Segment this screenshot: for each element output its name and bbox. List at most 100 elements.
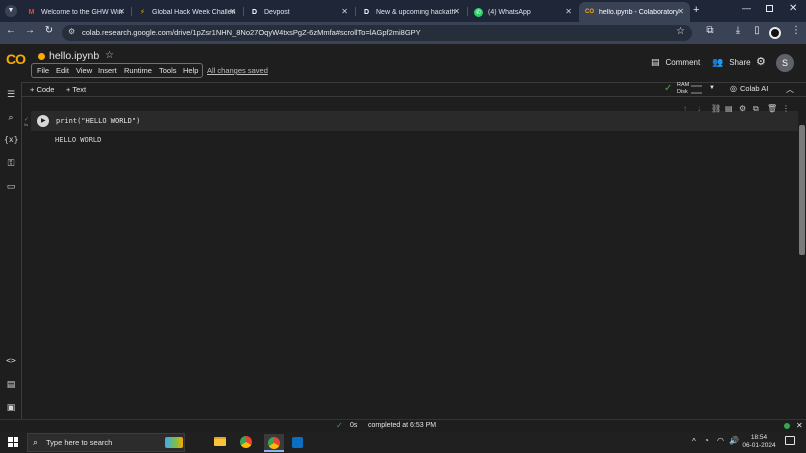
window-close-icon[interactable]: ✕ (789, 3, 797, 14)
move-down-icon[interactable]: ↓ (697, 104, 701, 113)
menu-tools[interactable]: Tools (159, 66, 177, 75)
collapse-header-icon[interactable]: ︿ (786, 84, 794, 95)
add-text-button[interactable]: + Text (66, 85, 86, 94)
colab-ai-label: Colab AI (739, 84, 769, 93)
add-code-button[interactable]: + Code (30, 85, 54, 94)
colab-ai-icon: ◎ (730, 84, 737, 93)
close-tab-icon[interactable]: ✕ (118, 7, 125, 16)
system-tray-chevron-icon[interactable]: ^ (692, 437, 696, 446)
extensions-icon[interactable]: ⧉ (703, 25, 717, 36)
bookmark-star-icon[interactable]: ☆ (676, 26, 685, 37)
variables-icon[interactable]: {x} (4, 135, 18, 147)
new-tab-icon[interactable]: + (693, 4, 699, 16)
menu-edit[interactable]: Edit (56, 66, 69, 75)
address-bar[interactable]: ⚙ colab.research.google.com/drive/1pZsr1… (62, 25, 692, 41)
secrets-key-icon[interactable]: ⚿ (4, 158, 18, 170)
menu-file[interactable]: File (37, 66, 49, 75)
move-up-icon[interactable]: ↑ (683, 104, 687, 113)
clock[interactable]: 18:54 06-01-2024 (740, 434, 778, 450)
close-tab-icon[interactable]: ✕ (229, 7, 236, 16)
menu-runtime[interactable]: Runtime (124, 66, 152, 75)
back-icon[interactable]: ← (4, 25, 18, 36)
disk-label: Disk (677, 89, 688, 95)
menu-view[interactable]: View (76, 66, 92, 75)
colab-ai-button[interactable]: ◎ Colab AI (730, 84, 768, 93)
mirror-cell-icon[interactable]: ⧉ (753, 104, 759, 114)
colab-logo[interactable]: CO (6, 51, 26, 67)
search-icon[interactable]: ⌕ (4, 112, 18, 124)
devpost-icon: D (251, 8, 258, 16)
close-tab-icon[interactable]: ✕ (453, 7, 460, 16)
volume-icon[interactable]: 🔊 (729, 436, 739, 445)
tab-colab-active[interactable]: CO hello.ipynb - Colaboratory ✕ (579, 2, 690, 22)
tab-title: New & upcoming hackath (376, 8, 456, 16)
win-pane (8, 437, 13, 442)
reload-icon[interactable]: ↻ (42, 25, 56, 36)
wifi-icon[interactable]: ◠ (717, 436, 724, 445)
runtime-dropdown-icon[interactable]: ▼ (709, 85, 715, 91)
tab-whatsapp[interactable]: ✆ (4) WhatsApp ✕ (468, 2, 578, 22)
cell-exec-marker: ✓ 0s (24, 117, 30, 128)
close-tab-icon[interactable]: ✕ (565, 7, 572, 16)
notifications-icon[interactable] (785, 436, 795, 445)
tab-global-hack-week[interactable]: ⚡ Global Hack Week Challen ✕ (132, 2, 242, 22)
browser-tab-strip: ▼ M Welcome to the GHW Win ✕ ⚡ Global Ha… (0, 0, 806, 22)
link-icon[interactable]: ⛓ (711, 104, 721, 113)
run-cell-button[interactable]: ▶ (37, 115, 49, 127)
chrome-icon[interactable] (240, 436, 252, 448)
clock-date: 06-01-2024 (742, 442, 776, 449)
restore-icon[interactable] (766, 5, 773, 12)
file-explorer-icon[interactable] (214, 437, 226, 446)
search-highlights-icon[interactable] (165, 437, 183, 448)
account-avatar[interactable]: S (776, 54, 794, 72)
ram-bar (691, 85, 702, 87)
forward-icon[interactable]: → (23, 25, 37, 36)
close-tab-icon[interactable]: ✕ (677, 7, 684, 16)
minimize-icon[interactable]: — (742, 3, 751, 13)
menu-insert[interactable]: Insert (98, 66, 117, 75)
status-message[interactable]: completed at 6:53 PM (368, 422, 436, 429)
command-palette-icon[interactable]: ▤ (4, 379, 18, 391)
code-snippets-icon[interactable]: <> (4, 356, 18, 368)
taskbar-search[interactable]: ⌕ Type here to search (27, 433, 185, 452)
vertical-scrollbar[interactable] (799, 125, 805, 255)
share-button[interactable]: 👥 Share (712, 57, 751, 68)
windows-start-icon[interactable] (8, 437, 18, 447)
notebook-title[interactable]: hello.ipynb (49, 50, 99, 62)
cell-settings-icon[interactable]: ⚙ (739, 104, 746, 113)
tab-upcoming-hackathons[interactable]: D New & upcoming hackath ✕ (356, 2, 466, 22)
tab-search-icon[interactable]: ▼ (5, 5, 17, 17)
settings-gear-icon[interactable]: ⚙ (756, 55, 766, 68)
cell-code[interactable]: print("HELLO WORLD") (56, 117, 140, 125)
more-options-icon[interactable]: ⋮ (782, 104, 790, 113)
files-folder-icon[interactable]: ▭ (4, 181, 18, 193)
save-status[interactable]: All changes saved (207, 66, 268, 75)
star-icon[interactable]: ☆ (105, 50, 114, 61)
chrome-logo (268, 437, 280, 449)
close-status-icon[interactable]: ✕ (796, 421, 803, 430)
comment-button[interactable]: ▤ Comment (651, 57, 700, 68)
close-tab-icon[interactable]: ✕ (341, 7, 348, 16)
tab-devpost[interactable]: D Devpost ✕ (244, 2, 354, 22)
download-icon[interactable]: ⤓ (731, 25, 745, 36)
menu-help[interactable]: Help (183, 66, 198, 75)
people-icon: 👥 (712, 57, 724, 67)
terminal-icon[interactable]: ▣ (4, 402, 18, 414)
colab-icon: CO (585, 9, 594, 15)
cell-output: HELLO WORLD (55, 136, 102, 144)
clock-time: 18:54 (750, 434, 768, 441)
site-info-icon[interactable]: ⚙ (68, 27, 75, 36)
tab-ghw-welcome[interactable]: M Welcome to the GHW Win ✕ (21, 2, 131, 22)
table-of-contents-icon[interactable]: ☰ (4, 89, 18, 101)
comment-cell-icon[interactable]: ▤ (725, 104, 733, 113)
vscode-icon[interactable] (292, 437, 303, 448)
delete-icon[interactable]: 🗑 (767, 104, 777, 113)
browser-menu-icon[interactable]: ⋮ (789, 25, 803, 36)
resource-monitor[interactable]: RAM Disk (677, 82, 707, 97)
chrome-profile-icon[interactable] (264, 434, 284, 452)
network-icon[interactable]: ◔ (704, 436, 709, 445)
tab-title: (4) WhatsApp (488, 8, 531, 16)
profile-avatar-icon[interactable] (769, 27, 781, 39)
side-panel-icon[interactable]: ▯ (750, 25, 764, 36)
devpost-icon: D (363, 8, 370, 16)
